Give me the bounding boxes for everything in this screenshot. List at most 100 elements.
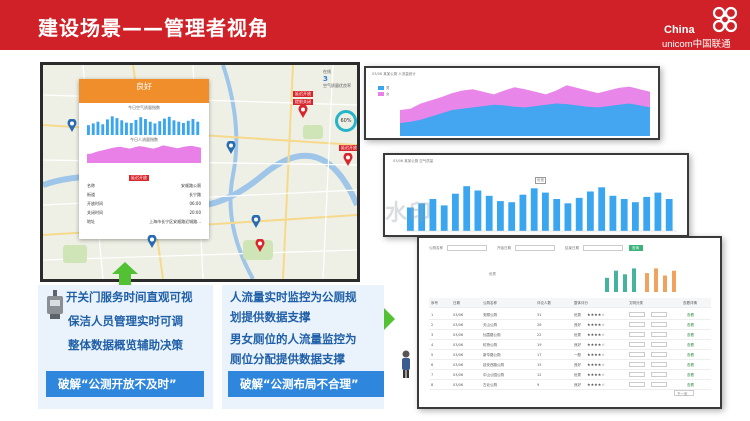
bar [620, 199, 628, 231]
solution-button-right[interactable]: 破解“公测布局不合理” [228, 371, 384, 397]
popup-bar [191, 119, 195, 135]
table-cell-count: 9 [537, 383, 540, 387]
mini-bar [605, 277, 609, 292]
air-rate-label: 空气质量优良率 [323, 83, 351, 88]
mini-bar [654, 268, 658, 292]
view-detail-link[interactable]: 查看 [687, 323, 694, 328]
table-cell-count: 12 [537, 373, 542, 377]
toilet-pin-icon[interactable] [67, 119, 77, 132]
toilet-pin-icon[interactable] [226, 141, 236, 154]
mini-bar [614, 270, 618, 292]
table-cell-date: 03/06 [453, 363, 464, 367]
category-box [629, 322, 645, 327]
toilet-pin-icon[interactable] [343, 153, 353, 166]
bar [609, 195, 617, 231]
rating-stars-icon: ★★★★☆ [587, 342, 605, 347]
table-row: 2 03/06 天山公厕 26 良好 ★★★★☆ 查看 [429, 320, 711, 330]
bar-chart-title: 03/06 某某公厕 空气质量 [393, 159, 434, 163]
people-flow-area-chart [400, 85, 650, 136]
table-header-row: 序号 日期 公厕名称 评论人数 整体评分 文明分类 查看详情 [429, 298, 711, 308]
online-count: 3 [323, 75, 328, 83]
air-quality-gauge: 60% [335, 110, 357, 132]
filter-end-input[interactable] [583, 245, 623, 251]
toilet-pin-icon[interactable] [251, 215, 261, 228]
filter-name-input[interactable] [447, 245, 487, 251]
view-detail-link[interactable]: 查看 [687, 353, 694, 358]
category-box [629, 342, 645, 347]
rating-stars-icon: ★★★★☆ [587, 332, 605, 337]
category-box [629, 382, 645, 387]
filter-start-input[interactable] [515, 245, 555, 251]
toilet-pin-icon[interactable] [298, 105, 308, 118]
category-box [651, 372, 667, 377]
mini-bar [672, 270, 676, 292]
view-detail-link[interactable]: 查看 [687, 313, 694, 318]
popup-bar [115, 118, 119, 135]
feature-line: 开关门服务时间直观可视 [66, 290, 193, 304]
category-box [629, 372, 645, 377]
table-cell-count: 17 [537, 353, 542, 357]
map-tag: 提前关闭 [293, 99, 313, 105]
bar [530, 188, 538, 231]
table-cell-idx: 5 [431, 353, 434, 357]
table-cell-grade: 良好 [574, 323, 581, 327]
logo-text-cn: unicom中国联通 [662, 39, 731, 50]
category-box [629, 332, 645, 337]
popup-bar [196, 121, 200, 135]
table-cell-grade: 良好 [574, 363, 581, 367]
table-cell-name: 虹桥公厕 [483, 343, 497, 347]
table-cell-idx: 4 [431, 343, 434, 347]
next-page-button[interactable]: 下一页 [674, 390, 694, 396]
bar [553, 199, 561, 231]
table-row: 5 03/06 新华路公厕 17 一般 ★★★★☆ 查看 [429, 350, 711, 360]
feature-line: 人流量实时监控为公厕规 [230, 290, 357, 304]
map-tag: 延迟开放 [293, 91, 313, 97]
bar [564, 203, 572, 231]
toilet-pin-icon[interactable] [147, 235, 157, 248]
feature-line: 整体数据概览辅助决策 [68, 338, 183, 352]
category-box [629, 352, 645, 357]
gauge-value: 60% [340, 118, 352, 124]
status-label: 良好 [136, 82, 152, 91]
category-box [651, 332, 667, 337]
unicom-knot-icon [712, 6, 738, 33]
air-quality-mini-chart [87, 116, 200, 135]
solution-button-left[interactable]: 破解“公测开放不及时” [46, 371, 204, 397]
toilet-pin-icon[interactable] [255, 239, 265, 252]
view-detail-link[interactable]: 查看 [687, 333, 694, 338]
table-row: 3 03/06 仙霞路公厕 22 优秀 ★★★★☆ 查看 [429, 330, 711, 340]
table-cell-date: 03/06 [453, 353, 464, 357]
sensor-device-icon [47, 290, 63, 319]
view-detail-link[interactable]: 查看 [687, 343, 694, 348]
popup-bar [139, 117, 143, 135]
table-cell-name: 仙霞路公厕 [483, 333, 501, 337]
category-box [651, 352, 667, 357]
table-cell-idx: 7 [431, 373, 434, 377]
table-cell-grade: 优秀 [574, 313, 581, 317]
category-box [651, 342, 667, 347]
table-cell-grade: 优秀 [574, 333, 581, 337]
bar [643, 196, 651, 231]
popup-bar [172, 120, 176, 135]
feature-line: 划提供数据支撑 [230, 310, 311, 324]
bar [654, 192, 662, 231]
view-detail-link[interactable]: 查看 [687, 383, 694, 388]
popup-bar [106, 119, 109, 135]
category-box [629, 362, 645, 367]
popup-bar [87, 125, 90, 135]
feature-line: 厕位分配提供数据支撑 [230, 352, 345, 366]
header-bar: 建设场景——管理者视角 China unicom中国联通 [0, 0, 750, 50]
status-header: 良好 [79, 79, 209, 103]
view-detail-link[interactable]: 查看 [687, 363, 694, 368]
people-flow-mini-chart [87, 145, 201, 163]
popup-bar [125, 122, 128, 135]
query-button[interactable]: 查询 [629, 245, 643, 251]
popup-bar [91, 123, 95, 135]
mini-bar [645, 273, 649, 292]
table-row: 6 03/06 延安西路公厕 15 良好 ★★★★☆ 查看 [429, 360, 711, 370]
view-detail-link[interactable]: 查看 [687, 373, 694, 378]
table-cell-idx: 1 [431, 313, 434, 317]
popup-bar [177, 121, 181, 135]
rating-stars-icon: ★★★★☆ [587, 352, 605, 357]
table-row: 4 03/06 虹桥公厕 19 良好 ★★★★☆ 查看 [429, 340, 711, 350]
